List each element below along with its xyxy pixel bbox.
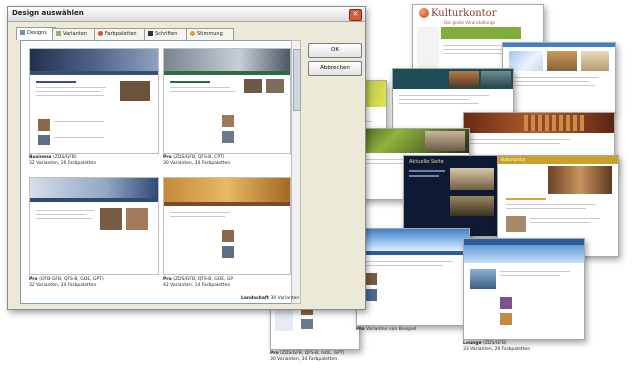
template-details: 32 Varianten, 34 Farbpaletten: [29, 282, 97, 288]
template-caption: Pro (ZDS/GFB, QFS-B, CPT) 30 Varianten, …: [163, 155, 283, 166]
template-thumbnail[interactable]: [163, 48, 291, 154]
tab-label: Designs: [27, 30, 47, 36]
mood-icon: [190, 31, 195, 36]
ok-button[interactable]: OK: [308, 43, 362, 58]
tab-stimmung[interactable]: Stimmung: [186, 28, 234, 40]
right-sky-caption: Lounge (ZDS/GFB) 33 Varianten, 20 Farbpa…: [463, 341, 583, 352]
template-thumbnail[interactable]: [29, 177, 159, 275]
bottom-center-caption-details: 30 Varianten, 34 Farbpaletten: [270, 356, 338, 362]
right-sky-caption-meta: (ZDS/GFB): [483, 341, 507, 346]
kulturkontor-tagline: Der große Veranstaltungs: [444, 20, 496, 25]
right-sky-caption-details: 33 Varianten, 20 Farbpaletten: [463, 346, 531, 352]
color-palette-icon: [98, 31, 103, 36]
tab-label: Schriften: [155, 31, 178, 37]
close-button[interactable]: ✕: [349, 9, 362, 21]
template-caption: Business (ZDS/GFB) 32 Varianten, 16 Farb…: [29, 155, 149, 166]
template-details: 42 Varianten, 14 Farbpaletten: [163, 282, 231, 288]
left-landscape-caption-details: 30 Varianten: [270, 296, 300, 301]
template-caption: Pro (QFB-GFB, QFS-B, GOE, GPT) 32 Varian…: [29, 277, 149, 288]
dialog-titlebar[interactable]: Design auswählen ✕: [8, 7, 365, 22]
right-sky-caption-name: Lounge: [463, 341, 482, 346]
mid-sky-caption-name: Pro: [356, 327, 365, 332]
gold-page-bar-label: Kulturkontor: [501, 157, 526, 162]
mid-sky-caption: Pro Varianten von Beispiel: [356, 327, 466, 333]
left-landscape-caption: Landschaft 30 Varianten: [241, 296, 301, 302]
template-caption: Pro (ZDS/GFB, QFS-B, GOE, GP 42 Variante…: [163, 277, 283, 288]
template-gallery: Business (ZDS/GFB) 32 Varianten, 16 Farb…: [20, 40, 293, 304]
font-icon: [148, 31, 153, 36]
tab-designs[interactable]: Designs: [16, 27, 56, 40]
kulturkontor-logo-icon: [419, 8, 429, 18]
template-details: 32 Varianten, 16 Farbpaletten: [29, 160, 97, 166]
palette-icon: [20, 30, 25, 35]
grid-icon: [56, 31, 61, 36]
tab-label: Farbpaletten: [105, 31, 137, 37]
gallery-scrollbar[interactable]: [291, 40, 301, 304]
design-picker-dialog: Design auswählen ✕ Designs Varianten Far…: [7, 6, 366, 310]
kulturkontor-title: Kulturkontor: [431, 8, 497, 19]
bottom-center-caption-name: Pro: [270, 351, 279, 356]
cancel-button[interactable]: Abbrechen: [308, 61, 362, 76]
mid-sky-caption-details: Varianten von Beispiel: [366, 327, 417, 332]
mid-sky-page-thumbnail: [356, 228, 470, 326]
sky-page-thumbnail: [502, 42, 616, 114]
navy-page-thumbnail: Aktuelle Seite: [403, 155, 501, 237]
tab-varianten[interactable]: Varianten: [52, 28, 98, 40]
tab-label: Varianten: [63, 31, 87, 37]
tab-farbpaletten[interactable]: Farbpaletten: [94, 28, 148, 40]
bottom-center-caption: Pro (ZDS/GFB, QFS-B, GOE, GPT) 30 Varian…: [270, 351, 380, 362]
dialog-title: Design auswählen: [12, 9, 84, 17]
navy-page-heading: Aktuelle Seite: [409, 159, 444, 165]
template-details: 30 Varianten, 34 Farbpaletten: [163, 160, 231, 166]
right-sky-page-thumbnail: [463, 238, 585, 340]
bottom-center-caption-meta: (ZDS/GFB, QFS-B, GOE, GPT): [280, 351, 345, 356]
tab-label: Stimmung: [197, 31, 223, 37]
template-thumbnail[interactable]: [163, 177, 291, 275]
tab-schriften[interactable]: Schriften: [144, 28, 190, 40]
template-thumbnail[interactable]: [29, 48, 159, 154]
left-landscape-caption-name: Landschaft: [241, 296, 270, 301]
scrollbar-thumb[interactable]: [293, 49, 301, 111]
